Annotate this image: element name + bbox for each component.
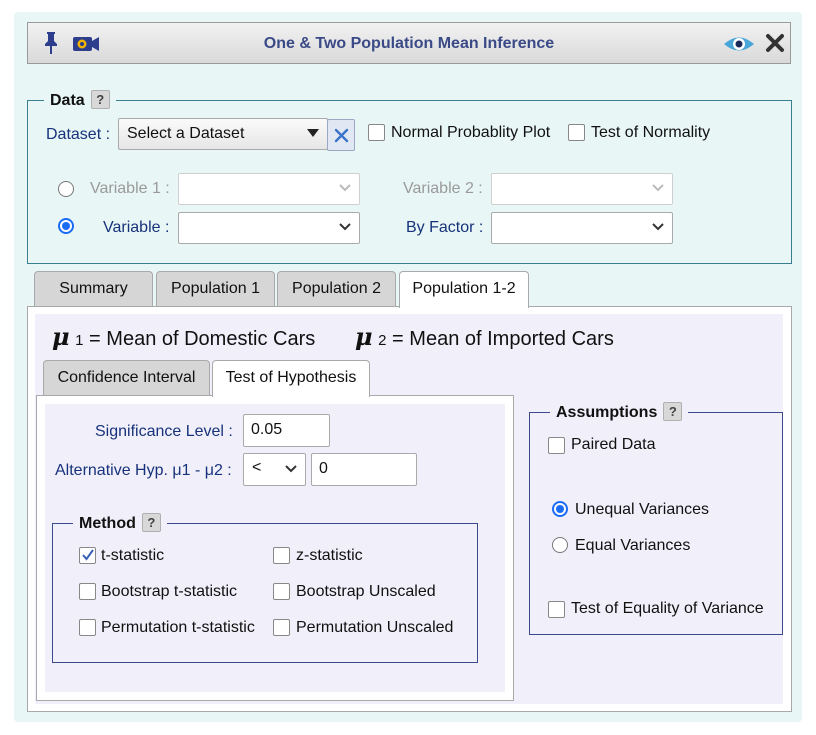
equal-variances-label: Equal Variances [575, 537, 691, 554]
help-icon[interactable]: ? [663, 402, 683, 421]
chevron-down-icon [652, 223, 664, 231]
method-legend: Method? [73, 513, 167, 533]
chevron-down-icon [339, 184, 351, 192]
tab-population-1[interactable]: Population 1 [156, 271, 275, 307]
bootstrap-unscaled-label: Bootstrap Unscaled [296, 583, 436, 600]
data-fieldset: Data? [27, 90, 792, 264]
dropdown-arrow-icon [307, 129, 319, 137]
bootstrap-unscaled-checkbox[interactable] [273, 583, 290, 600]
significance-input[interactable]: 0.05 [243, 414, 330, 447]
help-icon[interactable]: ? [90, 90, 110, 109]
dataset-select[interactable]: Select a Dataset [118, 118, 328, 150]
mu1-heading: μ 1 = Mean of Domestic Cars [52, 322, 315, 351]
variable-select[interactable] [178, 212, 360, 244]
permutation-unscaled-label: Permutation Unscaled [296, 619, 454, 636]
clear-dataset-button[interactable] [327, 119, 355, 151]
alternative-operator-value: < [252, 459, 262, 476]
mu2-symbol: μ [355, 322, 373, 351]
tab-population-2[interactable]: Population 2 [277, 271, 396, 307]
mu2-subscript: 2 [378, 332, 387, 349]
normal-plot-label: Normal Probablity Plot [391, 124, 551, 141]
title-bar: One & Two Population Mean Inference [27, 22, 791, 64]
variable1-select[interactable] [178, 173, 360, 205]
unequal-variances-radio[interactable] [552, 501, 568, 517]
tab-population-1-2[interactable]: Population 1-2 [399, 271, 529, 308]
paired-data-checkbox[interactable] [548, 437, 565, 454]
paired-data-label: Paired Data [571, 436, 656, 453]
window-title: One & Two Population Mean Inference [263, 35, 555, 52]
variable-pair-radio[interactable] [58, 181, 74, 197]
z-statistic-checkbox[interactable] [273, 547, 290, 564]
normal-plot-checkbox[interactable] [368, 124, 385, 141]
byfactor-label: By Factor : [406, 219, 484, 236]
close-icon[interactable] [765, 33, 785, 53]
data-legend: Data? [44, 90, 116, 110]
bootstrap-t-checkbox[interactable] [79, 583, 96, 600]
bootstrap-t-label: Bootstrap t-statistic [101, 583, 238, 600]
equality-test-checkbox[interactable] [548, 601, 565, 618]
checkmark-icon [82, 549, 94, 561]
help-icon[interactable]: ? [141, 513, 161, 532]
permutation-unscaled-checkbox[interactable] [273, 619, 290, 636]
dataset-select-value: Select a Dataset [127, 125, 245, 142]
assumptions-legend-label: Assumptions [556, 404, 658, 421]
t-statistic-label: t-statistic [101, 547, 165, 564]
clear-icon [334, 128, 349, 143]
variable-label: Variable : [103, 219, 170, 236]
variable2-select[interactable] [491, 173, 673, 205]
alternative-value-input[interactable]: 0 [311, 453, 417, 486]
z-statistic-label: z-statistic [296, 547, 363, 564]
eye-icon[interactable] [722, 34, 756, 54]
variable1-label: Variable 1 : [90, 180, 170, 197]
variable2-label: Variable 2 : [403, 180, 483, 197]
mu2-heading: μ 2 = Mean of Imported Cars [355, 322, 614, 351]
chevron-down-icon [652, 184, 664, 192]
significance-label: Significance Level : [95, 423, 233, 440]
mu1-subscript: 1 [75, 332, 84, 349]
unequal-variances-label: Unequal Variances [575, 501, 710, 518]
alternative-operator-select[interactable]: < [243, 453, 306, 486]
data-legend-label: Data [50, 92, 85, 109]
subtab-test-of-hypothesis[interactable]: Test of Hypothesis [212, 360, 370, 397]
mu1-text: = Mean of Domestic Cars [89, 328, 316, 350]
mu2-text: = Mean of Imported Cars [392, 328, 614, 350]
tab-summary[interactable]: Summary [34, 271, 153, 307]
permutation-t-checkbox[interactable] [79, 619, 96, 636]
chevron-down-icon [339, 223, 351, 231]
variable-single-radio[interactable] [58, 218, 74, 234]
subtab-confidence-interval[interactable]: Confidence Interval [43, 360, 210, 396]
t-statistic-checkbox[interactable] [79, 547, 96, 564]
byfactor-select[interactable] [491, 212, 673, 244]
alternative-label: Alternative Hyp. μ1 - μ2 : [55, 462, 232, 479]
assumptions-legend: Assumptions? [550, 402, 688, 422]
chevron-down-icon [285, 464, 297, 472]
dataset-label: Dataset : [46, 126, 111, 143]
equal-variances-radio[interactable] [552, 537, 568, 553]
method-legend-label: Method [79, 515, 136, 532]
normality-test-label: Test of Normality [591, 124, 711, 141]
normality-test-checkbox[interactable] [568, 124, 585, 141]
equality-test-label: Test of Equality of Variance [571, 600, 764, 617]
permutation-t-label: Permutation t-statistic [101, 619, 255, 636]
mu1-symbol: μ [52, 322, 70, 351]
